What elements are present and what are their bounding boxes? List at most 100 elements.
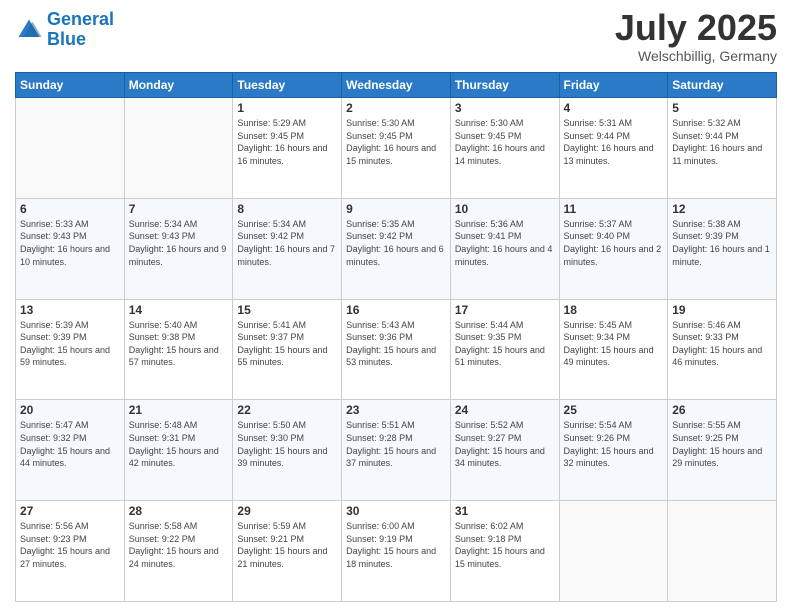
calendar-day-header: Sunday [16,73,125,98]
day-number: 12 [672,202,772,216]
day-number: 17 [455,303,555,317]
day-number: 7 [129,202,229,216]
day-info: Sunrise: 5:47 AM Sunset: 9:32 PM Dayligh… [20,419,120,469]
day-number: 21 [129,403,229,417]
day-number: 24 [455,403,555,417]
calendar-week-row: 27Sunrise: 5:56 AM Sunset: 9:23 PM Dayli… [16,501,777,602]
calendar-cell: 22Sunrise: 5:50 AM Sunset: 9:30 PM Dayli… [233,400,342,501]
calendar-day-header: Friday [559,73,668,98]
calendar-cell: 10 Sunrise: 5:36 AM Sunset: 9:41 PM Dayli… [450,198,559,299]
logo-line1: General [47,9,114,29]
day-number: 31 [455,504,555,518]
day-info: Sunrise: 5:45 AM Sunset: 9:34 PM Dayligh… [564,319,664,369]
calendar-week-row: 1 Sunrise: 5:29 AM Sunset: 9:45 PM Daylig… [16,98,777,199]
header: General Blue July 2025 Welschbillig, Ger… [15,10,777,64]
calendar-cell: 2 Sunrise: 5:30 AM Sunset: 9:45 PM Daylig… [342,98,451,199]
day-info: Sunrise: 5:29 AM Sunset: 9:45 PM Dayligh… [237,117,337,167]
location: Welschbillig, Germany [615,48,777,64]
day-info: Sunrise: 6:02 AM Sunset: 9:18 PM Dayligh… [455,520,555,570]
day-info: Sunrise: 5:32 AM Sunset: 9:44 PM Dayligh… [672,117,772,167]
day-number: 2 [346,101,446,115]
day-number: 13 [20,303,120,317]
title-block: July 2025 Welschbillig, Germany [615,10,777,64]
day-number: 15 [237,303,337,317]
calendar-day-header: Monday [124,73,233,98]
day-info: Sunrise: 5:40 AM Sunset: 9:38 PM Dayligh… [129,319,229,369]
day-info: Sunrise: 5:41 AM Sunset: 9:37 PM Dayligh… [237,319,337,369]
calendar-header-row: SundayMondayTuesdayWednesdayThursdayFrid… [16,73,777,98]
calendar-week-row: 13 Sunrise: 5:39 AM Sunset: 9:39 PM Dayli… [16,299,777,400]
calendar-cell: 27Sunrise: 5:56 AM Sunset: 9:23 PM Dayli… [16,501,125,602]
day-number: 27 [20,504,120,518]
day-info: Sunrise: 5:44 AM Sunset: 9:35 PM Dayligh… [455,319,555,369]
calendar-cell: 5Sunrise: 5:32 AM Sunset: 9:44 PM Daylig… [668,98,777,199]
day-number: 14 [129,303,229,317]
day-info: Sunrise: 6:00 AM Sunset: 9:19 PM Dayligh… [346,520,446,570]
calendar-week-row: 6Sunrise: 5:33 AM Sunset: 9:43 PM Daylig… [16,198,777,299]
day-info: Sunrise: 5:30 AM Sunset: 9:45 PM Dayligh… [455,117,555,167]
calendar-cell: 17 Sunrise: 5:44 AM Sunset: 9:35 PM Dayli… [450,299,559,400]
logo-text: General Blue [47,10,114,50]
calendar-cell: 18Sunrise: 5:45 AM Sunset: 9:34 PM Dayli… [559,299,668,400]
logo: General Blue [15,10,114,50]
day-number: 28 [129,504,229,518]
calendar-cell: 20 Sunrise: 5:47 AM Sunset: 9:32 PM Dayli… [16,400,125,501]
calendar-day-header: Wednesday [342,73,451,98]
day-info: Sunrise: 5:46 AM Sunset: 9:33 PM Dayligh… [672,319,772,369]
calendar-cell: 21 Sunrise: 5:48 AM Sunset: 9:31 PM Dayli… [124,400,233,501]
calendar-cell: 29Sunrise: 5:59 AM Sunset: 9:21 PM Dayli… [233,501,342,602]
day-info: Sunrise: 5:37 AM Sunset: 9:40 PM Dayligh… [564,218,664,268]
calendar-week-row: 20 Sunrise: 5:47 AM Sunset: 9:32 PM Dayli… [16,400,777,501]
day-info: Sunrise: 5:34 AM Sunset: 9:42 PM Dayligh… [237,218,337,268]
calendar-cell: 31 Sunrise: 6:02 AM Sunset: 9:18 PM Dayli… [450,501,559,602]
calendar-cell: 6Sunrise: 5:33 AM Sunset: 9:43 PM Daylig… [16,198,125,299]
calendar-cell [668,501,777,602]
day-info: Sunrise: 5:31 AM Sunset: 9:44 PM Dayligh… [564,117,664,167]
calendar-cell: 30 Sunrise: 6:00 AM Sunset: 9:19 PM Dayli… [342,501,451,602]
day-number: 11 [564,202,664,216]
day-number: 25 [564,403,664,417]
calendar-day-header: Tuesday [233,73,342,98]
day-number: 19 [672,303,772,317]
calendar-cell: 14 Sunrise: 5:40 AM Sunset: 9:38 PM Dayli… [124,299,233,400]
calendar-cell [559,501,668,602]
calendar-cell: 12 Sunrise: 5:38 AM Sunset: 9:39 PM Dayli… [668,198,777,299]
day-info: Sunrise: 5:36 AM Sunset: 9:41 PM Dayligh… [455,218,555,268]
calendar-day-header: Saturday [668,73,777,98]
calendar-cell: 4Sunrise: 5:31 AM Sunset: 9:44 PM Daylig… [559,98,668,199]
calendar-cell: 24 Sunrise: 5:52 AM Sunset: 9:27 PM Dayli… [450,400,559,501]
day-info: Sunrise: 5:58 AM Sunset: 9:22 PM Dayligh… [129,520,229,570]
day-info: Sunrise: 5:48 AM Sunset: 9:31 PM Dayligh… [129,419,229,469]
day-info: Sunrise: 5:30 AM Sunset: 9:45 PM Dayligh… [346,117,446,167]
logo-line2: Blue [47,29,86,49]
day-info: Sunrise: 5:59 AM Sunset: 9:21 PM Dayligh… [237,520,337,570]
day-number: 22 [237,403,337,417]
day-info: Sunrise: 5:39 AM Sunset: 9:39 PM Dayligh… [20,319,120,369]
day-number: 10 [455,202,555,216]
day-info: Sunrise: 5:55 AM Sunset: 9:25 PM Dayligh… [672,419,772,469]
day-number: 1 [237,101,337,115]
day-number: 20 [20,403,120,417]
calendar-cell: 16Sunrise: 5:43 AM Sunset: 9:36 PM Dayli… [342,299,451,400]
calendar-cell: 13 Sunrise: 5:39 AM Sunset: 9:39 PM Dayli… [16,299,125,400]
calendar-cell: 8 Sunrise: 5:34 AM Sunset: 9:42 PM Daylig… [233,198,342,299]
day-info: Sunrise: 5:38 AM Sunset: 9:39 PM Dayligh… [672,218,772,268]
calendar-cell: 9Sunrise: 5:35 AM Sunset: 9:42 PM Daylig… [342,198,451,299]
day-info: Sunrise: 5:52 AM Sunset: 9:27 PM Dayligh… [455,419,555,469]
day-number: 23 [346,403,446,417]
day-info: Sunrise: 5:35 AM Sunset: 9:42 PM Dayligh… [346,218,446,268]
day-info: Sunrise: 5:54 AM Sunset: 9:26 PM Dayligh… [564,419,664,469]
day-number: 30 [346,504,446,518]
calendar-cell [124,98,233,199]
calendar-cell: 7Sunrise: 5:34 AM Sunset: 9:43 PM Daylig… [124,198,233,299]
day-number: 16 [346,303,446,317]
day-number: 8 [237,202,337,216]
calendar-cell: 26Sunrise: 5:55 AM Sunset: 9:25 PM Dayli… [668,400,777,501]
calendar-cell [16,98,125,199]
calendar-cell: 1 Sunrise: 5:29 AM Sunset: 9:45 PM Daylig… [233,98,342,199]
day-info: Sunrise: 5:51 AM Sunset: 9:28 PM Dayligh… [346,419,446,469]
day-number: 6 [20,202,120,216]
calendar-cell: 25 Sunrise: 5:54 AM Sunset: 9:26 PM Dayli… [559,400,668,501]
calendar-table: SundayMondayTuesdayWednesdayThursdayFrid… [15,72,777,602]
calendar-cell: 11 Sunrise: 5:37 AM Sunset: 9:40 PM Dayli… [559,198,668,299]
